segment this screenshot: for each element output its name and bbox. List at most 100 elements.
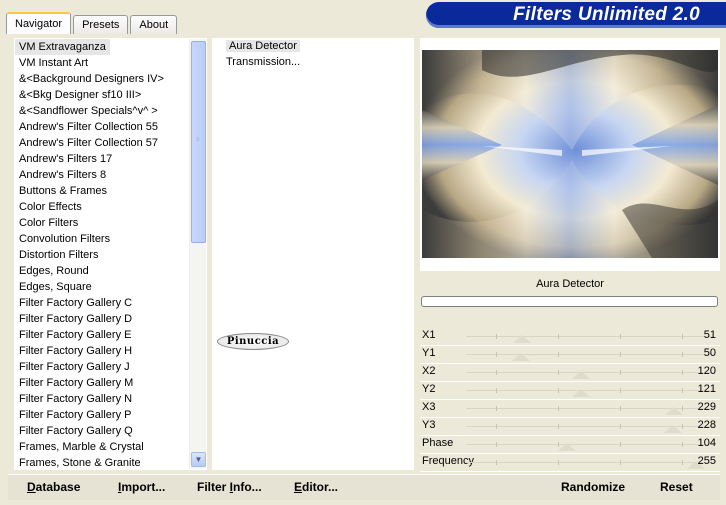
category-item[interactable]: Filter Factory Gallery D [15, 311, 189, 327]
category-item[interactable]: VM Extravaganza [15, 39, 110, 55]
slider-tick [558, 460, 559, 465]
slider-phase[interactable]: Phase 104 [420, 436, 720, 454]
slider-y2[interactable]: Y2 121 [420, 382, 720, 400]
category-item[interactable]: Frames, Stone & Granite [15, 455, 189, 469]
category-list[interactable]: VM Extravaganza VM Instant Art &<Backgroun… [14, 38, 207, 470]
slider-track[interactable] [466, 462, 714, 463]
slider-x3[interactable]: X3 229 [420, 400, 720, 418]
slider-value: 104 [697, 437, 716, 449]
slider-thumb[interactable] [663, 425, 682, 433]
category-item[interactable]: &<Sandflower Specials^v^ > [15, 103, 189, 119]
slider-thumb[interactable] [557, 443, 576, 451]
slider-tick [558, 388, 559, 393]
category-row: Filter Factory Gallery C [15, 295, 189, 311]
category-row: Filter Factory Gallery N [15, 391, 189, 407]
slider-y3[interactable]: Y3 228 [420, 418, 720, 436]
category-row: Andrew's Filter Collection 57 [15, 135, 189, 151]
slider-tick [620, 460, 621, 465]
category-item[interactable]: Andrew's Filter Collection 55 [15, 119, 189, 135]
category-row: Frames, Marble & Crystal [15, 439, 189, 455]
category-item[interactable]: Edges, Square [15, 279, 189, 295]
category-row: &<Sandflower Specials^v^ > [15, 103, 189, 119]
slider-track[interactable] [466, 354, 714, 355]
category-item[interactable]: Andrew's Filter Collection 57 [15, 135, 189, 151]
slider-tick [682, 388, 683, 393]
category-item[interactable]: Distortion Filters [15, 247, 189, 263]
category-item[interactable]: VM Instant Art [15, 55, 189, 71]
category-item[interactable]: Filter Factory Gallery J [15, 359, 189, 375]
slider-thumb[interactable] [664, 407, 683, 415]
tab-presets[interactable]: Presets [73, 15, 129, 34]
slider-label: Frequency [422, 455, 474, 467]
slider-value: 120 [697, 365, 716, 377]
import-button[interactable]: Import... [118, 479, 165, 495]
progress-bar [421, 296, 718, 307]
tab-about[interactable]: About [130, 15, 178, 34]
slider-frequency[interactable]: Frequency 255 [420, 454, 720, 472]
category-item[interactable]: Edges, Round [15, 263, 189, 279]
slider-x1[interactable]: X1 51 [420, 328, 720, 346]
category-item[interactable]: Frames, Marble & Crystal [15, 439, 189, 455]
filter-item[interactable]: Transmission... [212, 54, 414, 70]
slider-tick [558, 406, 559, 411]
bottom-button-bar: Database Import... Filter Info... Editor… [8, 474, 720, 500]
category-item[interactable]: Filter Factory Gallery M [15, 375, 189, 391]
slider-tick [496, 442, 497, 447]
slider-value: 51 [703, 329, 716, 341]
slider-label: Y2 [422, 383, 436, 395]
category-item[interactable]: Color Effects [15, 199, 189, 215]
filter-item[interactable]: Aura Detector [212, 38, 414, 54]
category-item[interactable]: Filter Factory Gallery C [15, 295, 189, 311]
slider-y1[interactable]: Y1 50 [420, 346, 720, 364]
category-item[interactable]: Filter Factory Gallery H [15, 343, 189, 359]
slider-label: X1 [422, 329, 436, 341]
grip-icon: ≡ [196, 137, 200, 143]
author-logo: Pinuccia [217, 333, 289, 350]
slider-track[interactable] [466, 372, 714, 373]
slider-label: X3 [422, 401, 436, 413]
tab-strip: Navigator Presets About [6, 12, 179, 34]
slider-thumb[interactable] [572, 389, 591, 397]
category-item[interactable]: &<Bkg Designer sf10 III> [15, 87, 189, 103]
category-item[interactable]: Andrew's Filters 17 [15, 151, 189, 167]
slider-x2[interactable]: X2 120 [420, 364, 720, 382]
category-scrollbar[interactable]: ≡ ▼ [189, 39, 206, 469]
category-item[interactable]: Andrew's Filters 8 [15, 167, 189, 183]
tab-navigator[interactable]: Navigator [6, 12, 72, 34]
category-item[interactable]: Color Filters [15, 215, 189, 231]
category-item[interactable]: Convolution Filters [15, 231, 189, 247]
slider-track[interactable] [466, 444, 714, 445]
slider-label: X2 [422, 365, 436, 377]
scroll-down-button[interactable]: ▼ [191, 452, 206, 467]
slider-thumb[interactable] [511, 353, 530, 361]
slider-tick [496, 406, 497, 411]
category-item[interactable]: Buttons & Frames [15, 183, 189, 199]
scrollbar-thumb[interactable]: ≡ [191, 41, 206, 243]
category-row: Andrew's Filter Collection 55 [15, 119, 189, 135]
slider-label: Y1 [422, 347, 436, 359]
reset-button[interactable]: Reset [660, 479, 693, 495]
category-items: VM Extravaganza VM Instant Art &<Backgroun… [15, 39, 189, 469]
category-item[interactable]: &<Background Designers IV> [15, 71, 189, 87]
category-row: Filter Factory Gallery D [15, 311, 189, 327]
category-item[interactable]: Filter Factory Gallery P [15, 407, 189, 423]
filter-info-button[interactable]: Filter Info... [197, 479, 262, 495]
category-item[interactable]: Filter Factory Gallery E [15, 327, 189, 343]
slider-tick [558, 334, 559, 339]
slider-tick [620, 406, 621, 411]
slider-tick [620, 388, 621, 393]
database-button[interactable]: Database [27, 479, 80, 495]
category-item[interactable]: Filter Factory Gallery Q [15, 423, 189, 439]
editor-button[interactable]: Editor... [294, 479, 338, 495]
slider-thumb[interactable] [571, 371, 590, 379]
slider-track[interactable] [466, 336, 714, 337]
current-filter-name: Aura Detector [536, 278, 604, 290]
slider-thumb[interactable] [512, 335, 531, 343]
preview-image [422, 50, 718, 258]
category-row: Filter Factory Gallery J [15, 359, 189, 375]
filter-item-label: Transmission... [226, 56, 301, 68]
randomize-button[interactable]: Randomize [561, 479, 625, 495]
filter-list[interactable]: Aura Detector Transmission... [212, 38, 414, 470]
category-item[interactable]: Filter Factory Gallery N [15, 391, 189, 407]
category-row: Edges, Round [15, 263, 189, 279]
